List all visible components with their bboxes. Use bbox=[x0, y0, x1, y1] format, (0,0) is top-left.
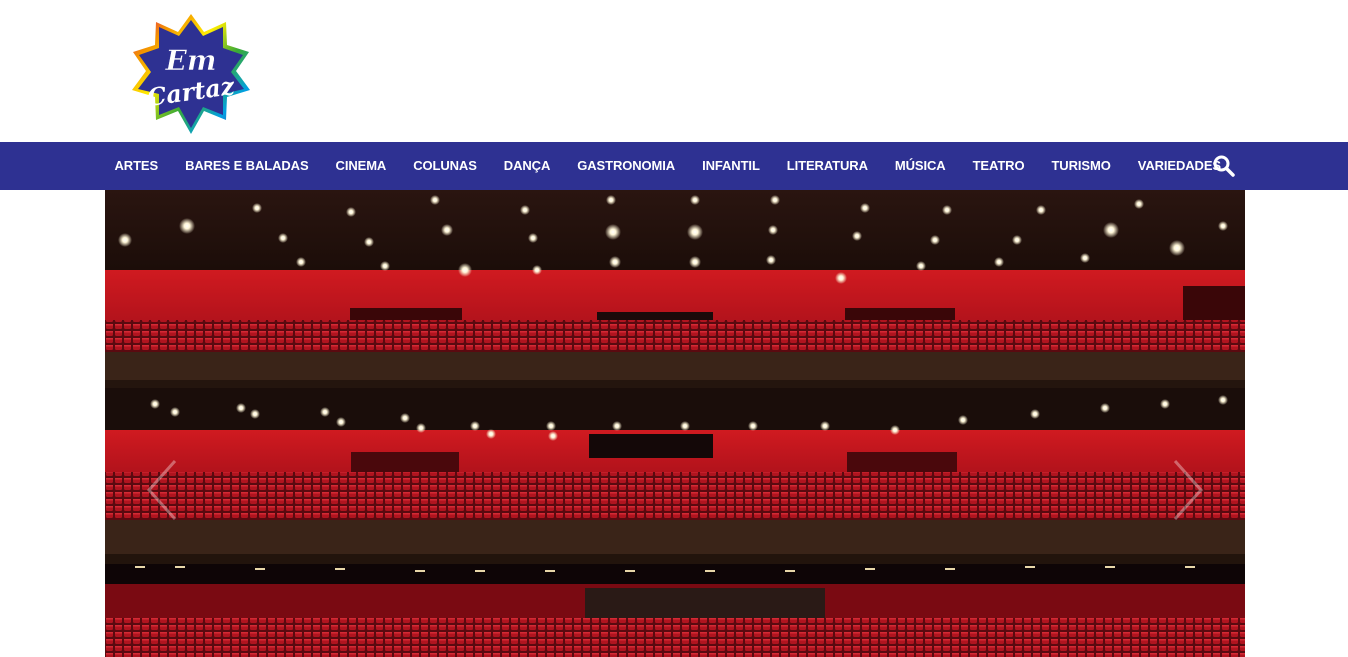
nav-item-artes[interactable]: ARTES bbox=[101, 142, 172, 190]
nav-item-bares-e-baladas[interactable]: BARES E BALADAS bbox=[172, 142, 322, 190]
carousel-prev-button[interactable] bbox=[143, 455, 183, 525]
site-header: Em Cartaz bbox=[0, 0, 1348, 142]
nav-menu: ARTES BARES E BALADAS CINEMA COLUNAS DAN… bbox=[101, 142, 1235, 190]
nav-item-musica[interactable]: MÚSICA bbox=[881, 142, 959, 190]
hero-carousel bbox=[105, 190, 1245, 657]
logo-text-em: Em bbox=[165, 44, 217, 77]
theater-auditorium-image bbox=[105, 190, 1245, 657]
chevron-right-icon bbox=[1173, 459, 1204, 521]
site-logo[interactable]: Em Cartaz bbox=[130, 14, 252, 136]
carousel-next-button[interactable] bbox=[1167, 455, 1207, 525]
em-cartaz-logo-icon: Em Cartaz bbox=[132, 14, 250, 134]
nav-item-infantil[interactable]: INFANTIL bbox=[689, 142, 774, 190]
nav-item-colunas[interactable]: COLUNAS bbox=[400, 142, 491, 190]
nav-item-literatura[interactable]: LITERATURA bbox=[773, 142, 881, 190]
nav-item-teatro[interactable]: TEATRO bbox=[959, 142, 1038, 190]
chevron-left-icon bbox=[146, 459, 177, 521]
nav-item-turismo[interactable]: TURISMO bbox=[1038, 142, 1124, 190]
nav-item-cinema[interactable]: CINEMA bbox=[322, 142, 400, 190]
nav-item-gastronomia[interactable]: GASTRONOMIA bbox=[564, 142, 689, 190]
search-button[interactable] bbox=[1212, 154, 1236, 178]
nav-item-danca[interactable]: DANÇA bbox=[490, 142, 563, 190]
search-icon bbox=[1213, 155, 1235, 177]
main-navigation: ARTES BARES E BALADAS CINEMA COLUNAS DAN… bbox=[0, 142, 1348, 190]
